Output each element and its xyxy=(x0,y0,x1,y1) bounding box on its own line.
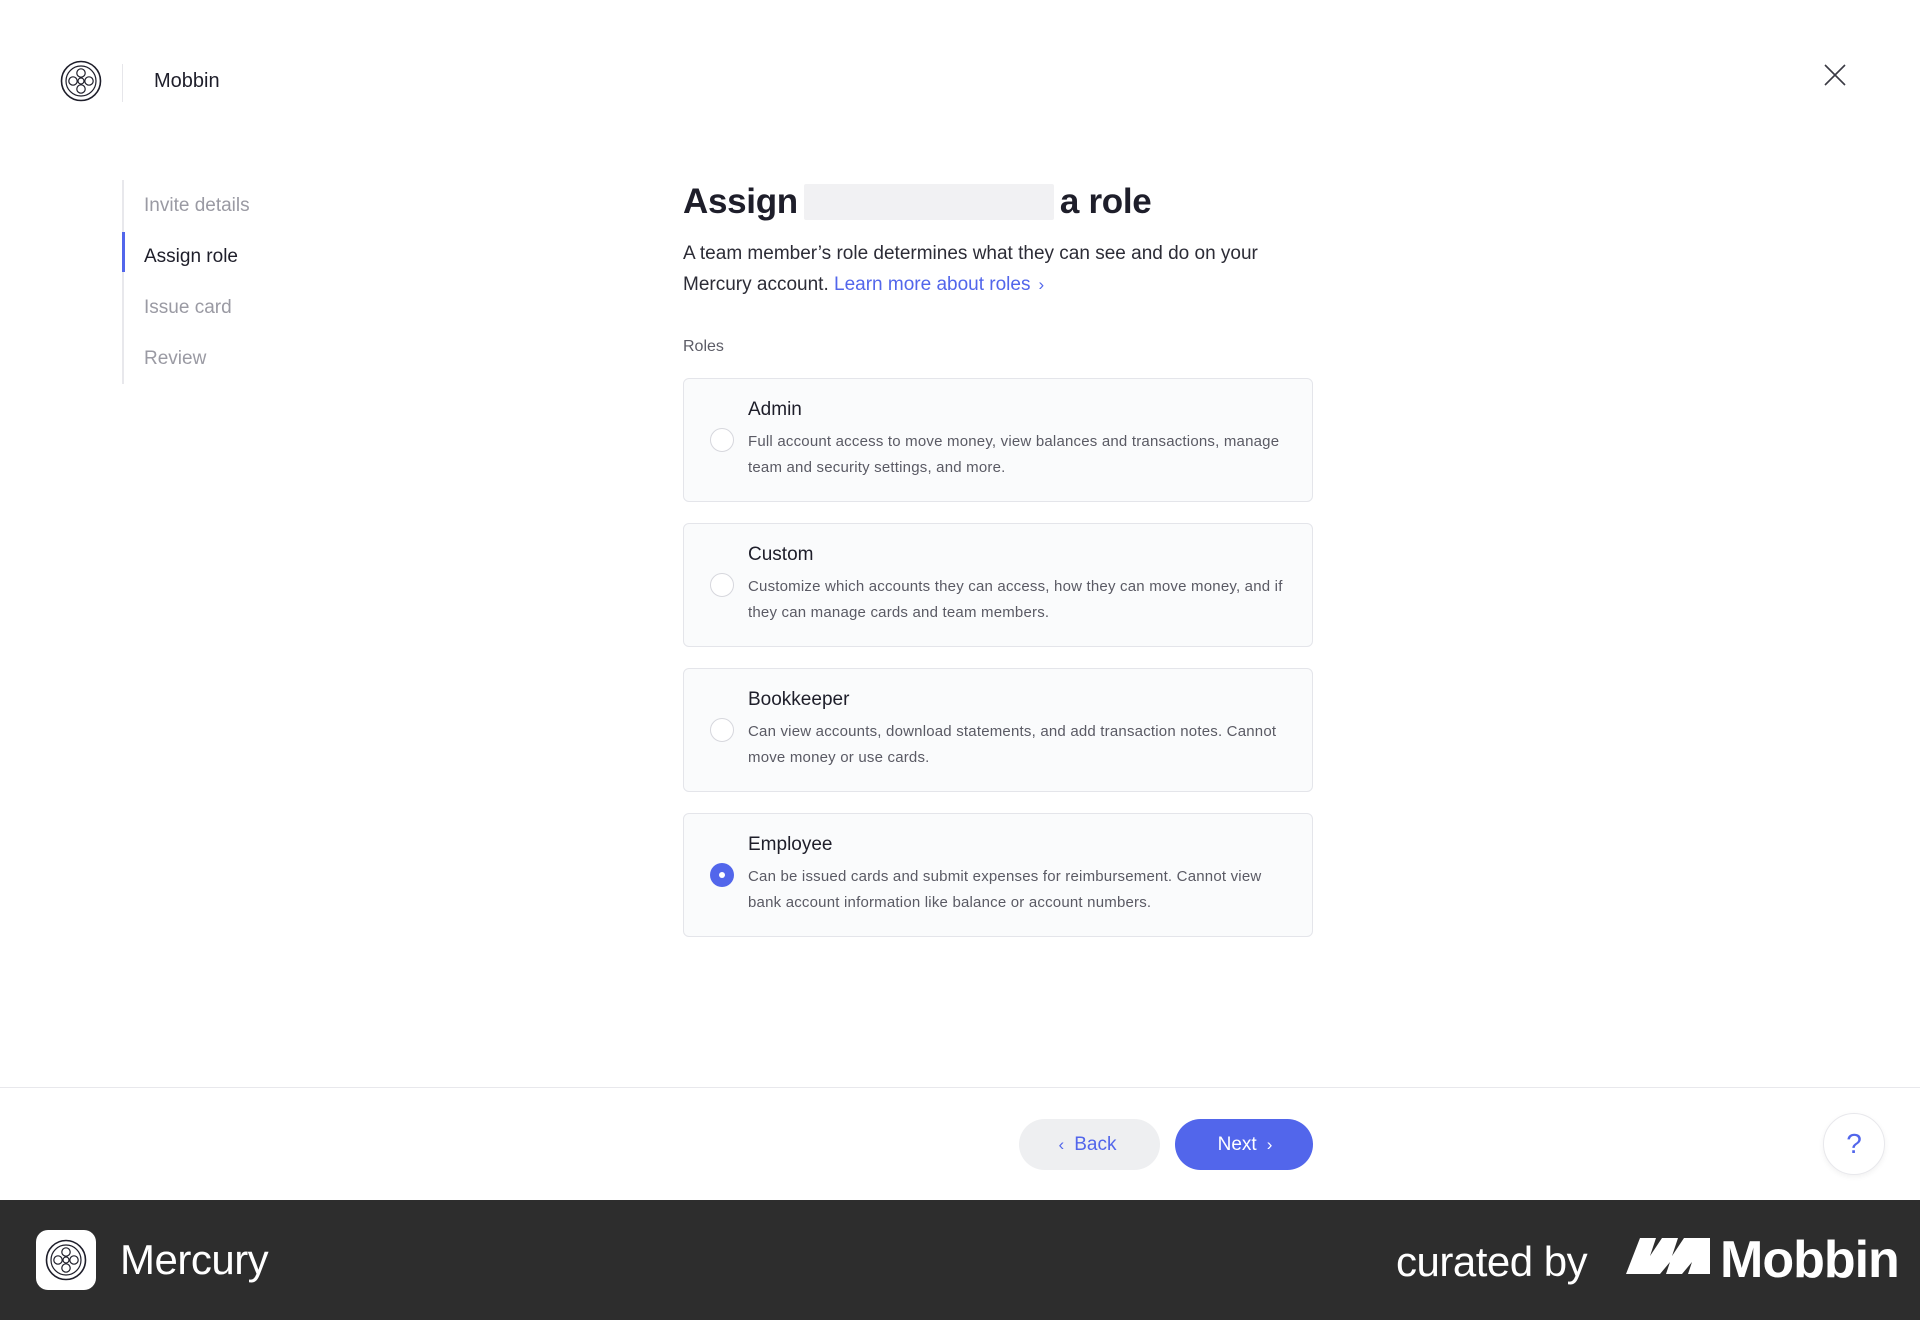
mercury-logo-icon xyxy=(60,60,102,102)
brand-bar: Mercury curated by Mobbin xyxy=(0,1200,1920,1320)
chevron-left-icon: ‹ xyxy=(1058,1134,1065,1154)
header-divider xyxy=(122,64,123,102)
step-assign-role[interactable]: Assign role xyxy=(122,231,382,282)
chevron-right-icon: › xyxy=(1038,275,1045,294)
radio-custom[interactable] xyxy=(710,573,734,597)
step-navigation: Invite details Assign role Issue card Re… xyxy=(122,180,382,384)
mobbin-logo-icon xyxy=(1626,1238,1710,1274)
role-desc: Full account access to move money, view … xyxy=(748,433,1280,476)
mercury-app-icon xyxy=(36,1230,96,1290)
close-button[interactable] xyxy=(1818,58,1852,92)
title-suffix: a role xyxy=(1059,182,1152,221)
next-label: Next xyxy=(1217,1133,1257,1155)
role-option-bookkeeper[interactable]: Bookkeeper Can view accounts, download s… xyxy=(683,668,1313,792)
role-description-text: A team member’s role determines what the… xyxy=(683,238,1313,300)
role-option-custom[interactable]: Custom Customize which accounts they can… xyxy=(683,523,1313,647)
role-desc: Can view accounts, download statements, … xyxy=(748,723,1277,766)
step-invite-details[interactable]: Invite details xyxy=(124,180,382,231)
role-desc: Can be issued cards and submit expenses … xyxy=(748,868,1262,911)
title-prefix: Assign xyxy=(683,182,798,221)
role-option-admin[interactable]: Admin Full account access to move money,… xyxy=(683,378,1313,502)
chevron-right-icon: › xyxy=(1266,1134,1273,1154)
next-button[interactable]: Next › xyxy=(1175,1119,1313,1170)
role-option-employee[interactable]: Employee Can be issued cards and submit … xyxy=(683,813,1313,937)
back-label: Back xyxy=(1074,1133,1117,1155)
radio-bookkeeper[interactable] xyxy=(710,718,734,742)
roles-label: Roles xyxy=(683,338,724,355)
mercury-logo-icon xyxy=(45,1239,87,1281)
org-name: Mobbin xyxy=(154,70,220,92)
radio-employee[interactable] xyxy=(710,863,734,887)
redacted-member-name xyxy=(803,184,1054,220)
role-name: Custom xyxy=(748,544,814,565)
role-desc: Customize which accounts they can access… xyxy=(748,578,1283,621)
footer-divider xyxy=(0,1087,1920,1088)
mobbin-wordmark: Mobbin xyxy=(1720,1231,1900,1289)
brand-app-name: Mercury xyxy=(120,1236,269,1283)
role-name: Admin xyxy=(748,399,802,420)
assign-role-section: Assign a role A team member’s role deter… xyxy=(683,180,1313,937)
invite-flow-page: Mobbin Invite details Assign role Issue … xyxy=(0,0,1920,1200)
learn-more-roles-link[interactable]: Learn more about roles › xyxy=(834,274,1044,295)
learn-more-label: Learn more about roles xyxy=(834,274,1031,295)
back-button[interactable]: ‹ Back xyxy=(1019,1119,1160,1170)
page-title: Assign a role xyxy=(683,180,1313,224)
help-icon: ? xyxy=(1846,1128,1862,1159)
role-name: Employee xyxy=(748,834,833,855)
close-icon xyxy=(1824,64,1846,86)
curated-by-label: curated by xyxy=(1396,1238,1588,1285)
step-issue-card[interactable]: Issue card xyxy=(124,282,382,333)
radio-admin[interactable] xyxy=(710,428,734,452)
step-review[interactable]: Review xyxy=(124,333,382,384)
help-button[interactable]: ? xyxy=(1823,1113,1885,1175)
role-name: Bookkeeper xyxy=(748,689,850,710)
